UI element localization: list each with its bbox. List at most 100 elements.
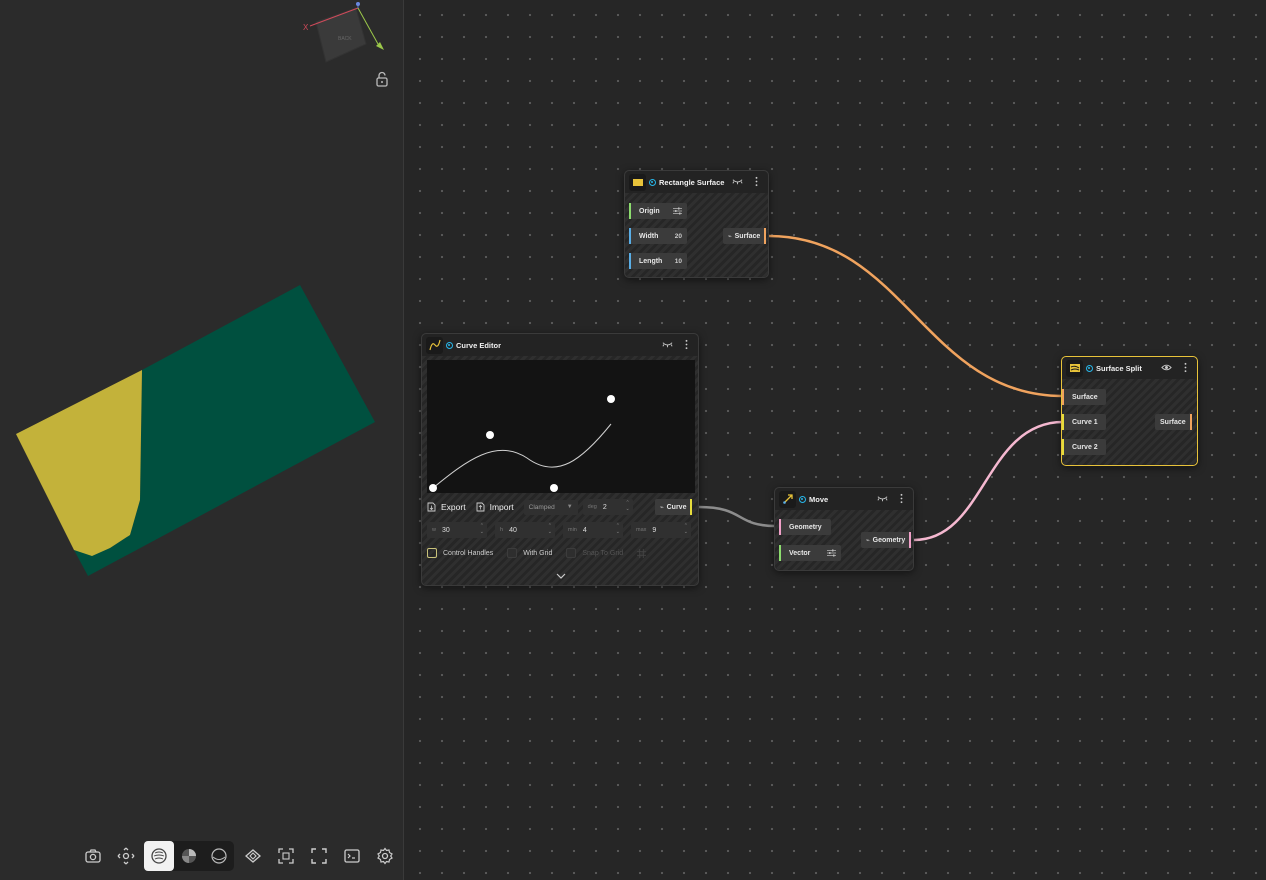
max-field[interactable]: max 9 ⌃ ⌄ (631, 522, 691, 538)
grid-icon[interactable] (637, 548, 647, 558)
width-field[interactable]: w 30 ⌃ ⌄ (427, 522, 487, 538)
curve-mode-select[interactable]: Clamped (523, 499, 578, 515)
control-handles-checkbox[interactable]: Control Handles (427, 548, 493, 558)
input-vector[interactable]: Vector (779, 545, 841, 561)
surface-split-icon (1069, 364, 1080, 372)
field-label: min (568, 527, 577, 533)
port-connector[interactable] (1062, 414, 1064, 430)
checkbox-box[interactable] (427, 548, 437, 558)
wire-geometry-to-split[interactable] (913, 420, 1064, 542)
input-curve-2[interactable]: Curve 2 (1062, 439, 1106, 455)
rectangle-surface-icon (632, 179, 643, 186)
more-menu-icon[interactable] (1180, 362, 1191, 373)
node-header[interactable]: Curve Editor (422, 334, 698, 356)
fullscreen-button[interactable] (304, 841, 334, 871)
port-connector[interactable] (690, 499, 693, 515)
port-connector[interactable] (779, 545, 781, 561)
hidden-eye-icon[interactable] (732, 176, 743, 187)
sliders-icon[interactable] (827, 549, 836, 557)
port-connector[interactable] (629, 253, 631, 269)
wire-surface-to-split[interactable] (768, 234, 1064, 398)
console-button[interactable] (337, 841, 367, 871)
more-menu-icon[interactable] (681, 339, 692, 350)
eye-icon[interactable] (1161, 362, 1172, 373)
checkbox-box[interactable] (507, 548, 518, 558)
stepper-icon[interactable]: ⌃ ⌄ (480, 523, 484, 535)
input-length[interactable]: Length 10 (629, 253, 687, 269)
stepper-icon[interactable]: ⌃ ⌄ (684, 523, 688, 535)
height-field[interactable]: h 40 ⌃ ⌄ (495, 522, 555, 538)
degree-input[interactable]: deg 2 ⌃ ⌄ (582, 499, 633, 515)
port-connector[interactable] (1062, 439, 1064, 455)
more-menu-icon[interactable] (751, 176, 762, 187)
min-field[interactable]: min 4 ⌃ ⌄ (563, 522, 623, 538)
port-connector[interactable] (779, 519, 781, 535)
control-point[interactable] (550, 484, 558, 492)
with-grid-checkbox[interactable]: With Grid (507, 548, 552, 558)
rectangle-node-icon (629, 173, 646, 191)
orbit-button[interactable] (111, 841, 141, 871)
port-value[interactable]: 10 (675, 258, 682, 265)
hidden-eye-icon[interactable] (662, 339, 673, 350)
port-label: Vector (789, 549, 811, 557)
axis-gizmo[interactable]: BACK X (300, 0, 395, 65)
port-connector[interactable] (629, 203, 631, 219)
move-node-icon (779, 490, 796, 508)
curve-editor-fields: w 30 ⌃ ⌄ h 40 ⌃ ⌄ min 4 ⌃ ⌄ max 9 ⌃ ⌄ (427, 522, 691, 538)
port-connector[interactable] (909, 532, 912, 548)
status-dot-icon (1086, 364, 1093, 372)
checkbox-box[interactable] (566, 548, 577, 558)
port-connector[interactable] (1189, 414, 1192, 430)
field-value: 9 (652, 526, 657, 534)
port-connector[interactable] (1062, 389, 1064, 405)
unlock-icon[interactable] (374, 71, 390, 87)
port-connector[interactable] (629, 228, 631, 244)
wire-curve-to-move[interactable] (698, 505, 777, 528)
input-width[interactable]: Width 20 (629, 228, 687, 244)
more-menu-icon[interactable] (896, 493, 907, 504)
control-point[interactable] (486, 431, 494, 439)
sliders-icon[interactable] (673, 207, 682, 215)
settings-icon (376, 847, 393, 865)
degree-value: 2 (602, 503, 607, 511)
layers-button[interactable] (238, 841, 268, 871)
surface-part-yellow[interactable] (16, 370, 142, 556)
shaded-mode-button[interactable] (144, 841, 174, 871)
port-label: Surface (1160, 418, 1186, 426)
port-label: Curve (666, 503, 687, 511)
output-surface[interactable]: Surface (1155, 414, 1192, 430)
stepper-icon[interactable]: ⌃ ⌄ (548, 523, 552, 535)
input-origin[interactable]: Origin (629, 203, 687, 219)
node-rectangle-surface[interactable]: Rectangle Surface Origin Width 20 Length… (624, 170, 769, 278)
control-point[interactable] (429, 484, 437, 492)
input-curve-1[interactable]: Curve 1 (1062, 414, 1106, 430)
3d-viewport[interactable]: BACK X (0, 0, 404, 880)
curve-plot[interactable] (427, 360, 695, 493)
node-curve-editor[interactable]: Curve Editor Export Import Clamped ▼ deg… (421, 333, 699, 586)
node-move[interactable]: Move Geometry Vector ⌁ Geometry (774, 487, 914, 571)
output-curve[interactable]: ⌁ Curve (655, 499, 693, 515)
material-mode-button[interactable] (174, 841, 204, 871)
snap-to-grid-checkbox[interactable]: Snap To Grid (566, 548, 623, 558)
settings-button[interactable] (370, 841, 400, 871)
stepper-icon[interactable]: ⌃ ⌄ (625, 500, 629, 512)
frame-selection-button[interactable] (271, 841, 301, 871)
output-surface[interactable]: ⌁ Surface (723, 228, 767, 244)
control-point[interactable] (607, 395, 615, 403)
expand-chevron-icon[interactable] (556, 573, 566, 579)
node-canvas[interactable]: Rectangle Surface Origin Width 20 Length… (405, 0, 1266, 880)
node-header-actions (877, 493, 907, 504)
port-connector[interactable] (764, 228, 767, 244)
input-surface[interactable]: Surface (1062, 389, 1106, 405)
output-geometry[interactable]: ⌁ Geometry (861, 532, 912, 548)
wireframe-mode-button[interactable] (204, 841, 234, 871)
node-surface-split[interactable]: Surface Split Surface Curve 1 Curve 2 Su… (1061, 356, 1198, 466)
input-geometry[interactable]: Geometry (779, 519, 831, 535)
hidden-eye-icon[interactable] (877, 493, 888, 504)
stepper-icon[interactable]: ⌃ ⌄ (616, 523, 620, 535)
export-button[interactable]: Export (427, 502, 466, 512)
curve-editor-actions: Export Import Clamped deg 2 ⌃⌄ (427, 499, 633, 515)
port-value[interactable]: 20 (675, 233, 682, 240)
import-button[interactable]: Import (476, 502, 514, 512)
camera-button[interactable] (78, 841, 108, 871)
